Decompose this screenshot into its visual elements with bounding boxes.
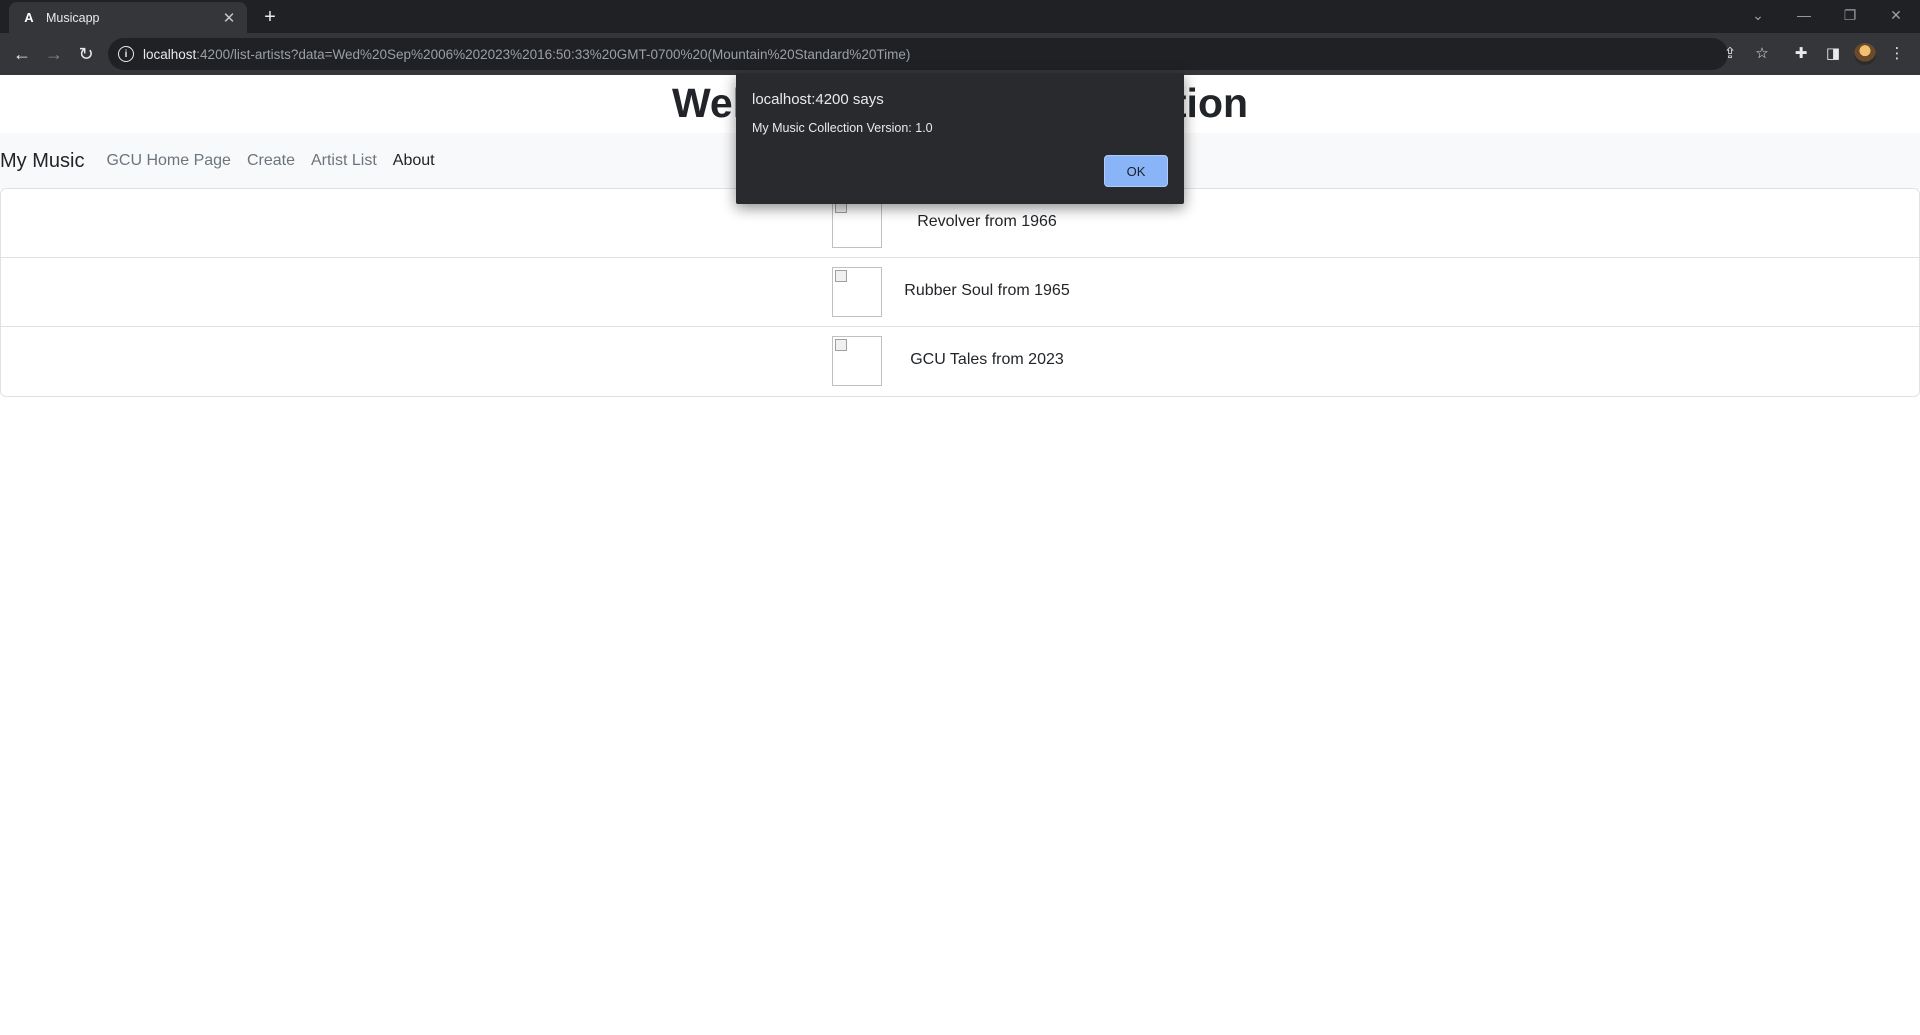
star-icon[interactable]: ☆ (1751, 42, 1773, 64)
url-host: localhost (143, 46, 197, 62)
page-title-right: tion (1172, 80, 1249, 126)
new-tab-plus-icon[interactable]: + (258, 6, 282, 28)
dialog-message: My Music Collection Version: 1.0 (752, 121, 933, 135)
tab-strip: A Musicapp ✕ + ⌄ — ❐ ✕ (0, 0, 1920, 33)
album-title: Revolver from 1966 (917, 213, 1057, 230)
menu-icon[interactable]: ⋮ (1886, 42, 1908, 64)
close-window-icon[interactable]: ✕ (1873, 0, 1919, 30)
back-arrow-icon[interactable]: ← (9, 41, 35, 67)
minimize-icon[interactable]: — (1781, 0, 1827, 30)
nav-link-artist-list[interactable]: Artist List (311, 152, 377, 170)
alert-dialog: localhost:4200 says My Music Collection … (736, 73, 1184, 204)
nav-link-gcu-home[interactable]: GCU Home Page (106, 152, 231, 170)
nav-link-create[interactable]: Create (247, 152, 295, 170)
url-path: :4200/list-artists?data=Wed%20Sep%2006%2… (196, 46, 911, 62)
album-list: Revolver from 1966 Rubber Soul from 1965… (0, 188, 1920, 397)
browser-tab[interactable]: A Musicapp ✕ (9, 2, 247, 33)
share-icon[interactable]: ⇪ (1719, 42, 1741, 64)
extensions-icon[interactable]: ✚ (1790, 42, 1812, 64)
restore-icon[interactable]: ❐ (1827, 0, 1873, 30)
reload-icon[interactable]: ↻ (73, 41, 99, 67)
list-item[interactable]: GCU Tales from 2023 (1, 327, 1919, 396)
nav-link-about[interactable]: About (393, 152, 435, 170)
side-panel-icon[interactable]: ◨ (1822, 42, 1844, 64)
angular-favicon-icon: A (24, 10, 34, 25)
album-image (832, 198, 882, 248)
close-tab-icon[interactable]: ✕ (221, 10, 237, 27)
dialog-title: localhost:4200 says (752, 91, 884, 108)
forward-arrow-icon[interactable]: → (41, 41, 67, 67)
address-bar[interactable]: i localhost:4200/list-artists?data=Wed%2… (108, 38, 1728, 70)
tab-title: Musicapp (46, 10, 100, 25)
album-image (832, 267, 882, 317)
navbar-brand[interactable]: My Music (0, 150, 84, 173)
chevron-down-icon[interactable]: ⌄ (1735, 0, 1781, 30)
ok-button[interactable]: OK (1104, 155, 1168, 187)
profile-avatar[interactable] (1854, 43, 1876, 65)
album-image (832, 336, 882, 386)
list-item[interactable]: Rubber Soul from 1965 (1, 258, 1919, 327)
page-content: Welc tion My Music GCU Home Page Create A… (0, 75, 1920, 1032)
album-title: GCU Tales from 2023 (910, 351, 1064, 368)
info-icon[interactable]: i (118, 46, 134, 62)
url-text: localhost:4200/list-artists?data=Wed%20S… (143, 47, 910, 62)
album-title: Rubber Soul from 1965 (904, 282, 1070, 299)
